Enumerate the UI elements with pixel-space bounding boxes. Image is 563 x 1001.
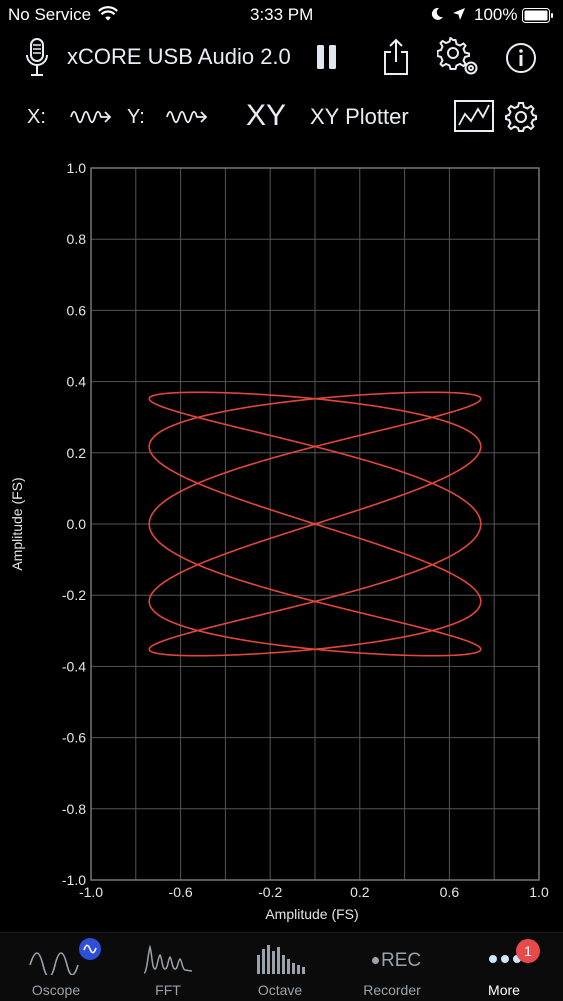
tab-label: Oscope bbox=[31, 982, 81, 998]
tab-recorder[interactable]: REC Recorder bbox=[336, 933, 448, 1001]
x-axis-title: Amplitude (FS) bbox=[265, 906, 358, 922]
octave-icon bbox=[256, 943, 308, 975]
tab-label: More bbox=[488, 982, 520, 998]
tab-oscope[interactable]: Oscope bbox=[0, 933, 112, 1001]
xy-plot[interactable]: -1.0 -0.6 -0.2 0.2 0.6 1.0 1.0 0.8 0.6 0.4 0.2 0.0 -… bbox=[0, 0, 563, 932]
tab-bar: Oscope FFT Octave REC Recorder 1 More bbox=[0, 932, 563, 1001]
signal-badge-icon bbox=[78, 937, 102, 961]
axis-ticks: -1.0 -0.6 -0.2 0.2 0.6 1.0 1.0 0.8 0.6 0.4 0.2 0.0 -… bbox=[62, 160, 549, 900]
tab-octave[interactable]: Octave bbox=[224, 933, 336, 1001]
tab-label: Recorder bbox=[363, 982, 421, 998]
fft-icon bbox=[142, 943, 194, 975]
y-tick-label: -1.0 bbox=[62, 872, 86, 888]
x-tick-label: 0.2 bbox=[350, 884, 370, 900]
tab-label: Octave bbox=[257, 982, 303, 998]
x-tick-label: 1.0 bbox=[529, 884, 549, 900]
notification-badge: 1 bbox=[516, 939, 540, 963]
y-tick-label: 0.4 bbox=[67, 374, 87, 390]
y-tick-label: 0.2 bbox=[67, 445, 87, 461]
y-tick-label: -0.2 bbox=[62, 587, 86, 603]
x-tick-label: -0.6 bbox=[169, 884, 193, 900]
y-tick-label: -0.4 bbox=[62, 658, 86, 674]
y-tick-label: 0.0 bbox=[67, 516, 87, 532]
y-tick-label: -0.6 bbox=[62, 730, 86, 746]
rec-icon: REC bbox=[372, 951, 421, 971]
y-tick-label: 0.8 bbox=[67, 231, 87, 247]
y-tick-label: -0.8 bbox=[62, 801, 86, 817]
x-tick-label: 0.6 bbox=[440, 884, 460, 900]
oscope-icon bbox=[28, 945, 84, 975]
y-tick-label: 0.6 bbox=[67, 302, 87, 318]
tab-label: FFT bbox=[155, 982, 181, 998]
y-axis-title: Amplitude (FS) bbox=[9, 477, 25, 570]
tab-more[interactable]: 1 More bbox=[448, 933, 560, 1001]
tab-fft[interactable]: FFT bbox=[112, 933, 224, 1001]
y-tick-label: 1.0 bbox=[67, 160, 87, 176]
x-tick-label: -0.2 bbox=[258, 884, 282, 900]
